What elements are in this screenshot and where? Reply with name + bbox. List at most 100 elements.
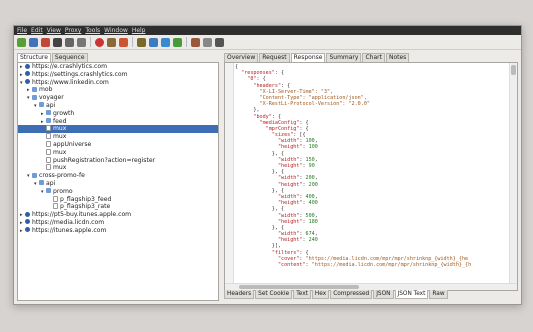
tab-structure[interactable]: Structure: [17, 53, 51, 62]
tab-json[interactable]: JSON: [373, 290, 394, 299]
tree-row[interactable]: ▾ api: [18, 102, 218, 110]
tree-label: mob: [39, 86, 53, 94]
folder-icon: [46, 110, 51, 116]
tree-row[interactable]: ▾ voyager: [18, 94, 218, 102]
tree-label: mux: [53, 148, 67, 156]
tab-compressed[interactable]: Compressed: [330, 290, 373, 299]
tab-sequence[interactable]: Sequence: [51, 53, 88, 62]
settings-icon[interactable]: [203, 37, 212, 47]
globe-icon: [25, 219, 30, 225]
menu-window[interactable]: Window: [104, 27, 128, 34]
file-icon: [46, 125, 51, 132]
tab-request[interactable]: Request: [259, 53, 290, 62]
folder-icon: [32, 86, 37, 92]
vertical-scrollbar[interactable]: [509, 63, 517, 290]
tab-raw[interactable]: Raw: [429, 290, 448, 299]
tree-row[interactable]: mux: [18, 148, 218, 157]
tree-row[interactable]: ▸ https://itunes.apple.com: [18, 227, 218, 235]
toolbar-separator: [132, 37, 133, 47]
globe-icon: [25, 71, 30, 77]
tree-row[interactable]: ▸ mob: [18, 86, 218, 94]
throttle-icon[interactable]: [215, 37, 224, 47]
menu-bar: File Edit View Proxy Tools Window Help: [14, 26, 521, 35]
tree-label: mux: [53, 125, 67, 133]
horizontal-scroll-thumb[interactable]: [239, 285, 359, 289]
menu-edit[interactable]: Edit: [31, 27, 43, 34]
tools-icon[interactable]: [191, 37, 200, 47]
tree-row[interactable]: ▸ feed: [18, 118, 218, 126]
new-session-icon[interactable]: [17, 37, 26, 47]
detail-panel: Overview Request Response Summary Chart Notes…: [224, 53, 518, 300]
broom-icon[interactable]: [107, 37, 116, 47]
tree-row[interactable]: ▾ api: [18, 180, 218, 188]
folder-icon: [46, 188, 51, 194]
structure-panel: Structure Sequence ▸ https://e.crashlytic…: [17, 53, 219, 301]
record-icon[interactable]: [95, 37, 104, 47]
tree-label: https://itunes.apple.com: [32, 226, 107, 234]
left-tab-bar: Structure Sequence: [17, 53, 218, 62]
tree-row[interactable]: ▸ https://pt5-buy.itunes.apple.com: [18, 211, 218, 219]
save-icon[interactable]: [53, 37, 62, 47]
tree-label: mux: [53, 133, 67, 141]
tree-row[interactable]: mux: [18, 164, 218, 172]
app-window: File Edit View Proxy Tools Window Help Structu…: [13, 25, 522, 305]
open-recent-icon[interactable]: [41, 37, 50, 47]
tree-label: mux: [53, 164, 67, 172]
tree-label: pushRegistration?action=register: [53, 156, 156, 164]
globe-icon: [25, 63, 30, 69]
bottom-tab-bar: Headers Set Cookie Text Hex Compressed JSON JS…: [224, 290, 449, 299]
right-tab-bar: Overview Request Response Summary Chart Notes: [224, 53, 517, 62]
file-icon: [46, 148, 51, 155]
tree-row[interactable]: ▾ promo: [18, 188, 218, 196]
tree-row[interactable]: ▸ growth: [18, 110, 218, 118]
tree-label: api: [46, 179, 56, 187]
tree-row[interactable]: p_flagship3_rate: [18, 203, 218, 211]
tree-row[interactable]: mux: [18, 133, 218, 141]
file-icon: [46, 156, 51, 163]
refresh-icon[interactable]: [149, 37, 158, 47]
menu-proxy[interactable]: Proxy: [65, 27, 81, 34]
file-icon: [46, 140, 51, 147]
tab-summary[interactable]: Summary: [326, 53, 362, 62]
tree-row[interactable]: ▾ cross-promo-fe: [18, 172, 218, 180]
tree-row[interactable]: mux: [18, 125, 218, 134]
menu-view[interactable]: View: [47, 27, 61, 34]
host-tree: ▸ https://e.crashlytics.com ▸ https://setti…: [17, 62, 219, 301]
horizontal-scrollbar[interactable]: [225, 283, 517, 290]
print-icon[interactable]: [65, 37, 74, 47]
tree-row[interactable]: pushRegistration?action=register: [18, 156, 218, 165]
tab-text[interactable]: Text: [293, 290, 311, 299]
validate-icon[interactable]: [173, 37, 182, 47]
edit-icon[interactable]: [137, 37, 146, 47]
tab-headers[interactable]: Headers: [224, 290, 255, 299]
vertical-scroll-thumb[interactable]: [511, 65, 516, 75]
tree-row[interactable]: ▸ https://media.licdn.com: [18, 219, 218, 227]
tree-label: appUniverse: [53, 140, 92, 148]
response-body-viewer[interactable]: { "responses": { "0": { "headers": { "X-…: [224, 62, 518, 291]
toolbar: [14, 35, 521, 50]
menu-tools[interactable]: Tools: [85, 27, 100, 34]
tab-response[interactable]: Response: [290, 53, 326, 62]
tree-label: https://www.linkedin.com: [32, 78, 109, 86]
tab-hex[interactable]: Hex: [311, 290, 330, 299]
menu-file[interactable]: File: [17, 27, 27, 34]
menu-help[interactable]: Help: [132, 27, 146, 34]
tree-label: https://media.licdn.com: [32, 218, 105, 226]
tree-label: p_flagship3_feed: [60, 195, 112, 203]
tree-row[interactable]: ▾ https://www.linkedin.com: [18, 79, 218, 87]
tree-label: cross-promo-fe: [39, 172, 85, 180]
tab-overview[interactable]: Overview: [224, 53, 259, 62]
tree-row[interactable]: ▸ https://settings.crashlytics.com: [18, 71, 218, 79]
open-icon[interactable]: [29, 37, 38, 47]
stop-icon[interactable]: [119, 37, 128, 47]
tree-row[interactable]: p_flagship3_feed: [18, 195, 218, 204]
trash-icon[interactable]: [77, 37, 86, 47]
tab-notes[interactable]: Notes: [385, 53, 410, 62]
tree-row[interactable]: appUniverse: [18, 140, 218, 149]
tree-row[interactable]: ▸ https://e.crashlytics.com: [18, 63, 218, 71]
tab-chart[interactable]: Chart: [362, 53, 385, 62]
tree-label: https://settings.crashlytics.com: [32, 70, 128, 78]
repeat-icon[interactable]: [161, 37, 170, 47]
tab-json-text[interactable]: JSON Text: [394, 290, 429, 299]
tab-set-cookie[interactable]: Set Cookie: [255, 290, 293, 299]
